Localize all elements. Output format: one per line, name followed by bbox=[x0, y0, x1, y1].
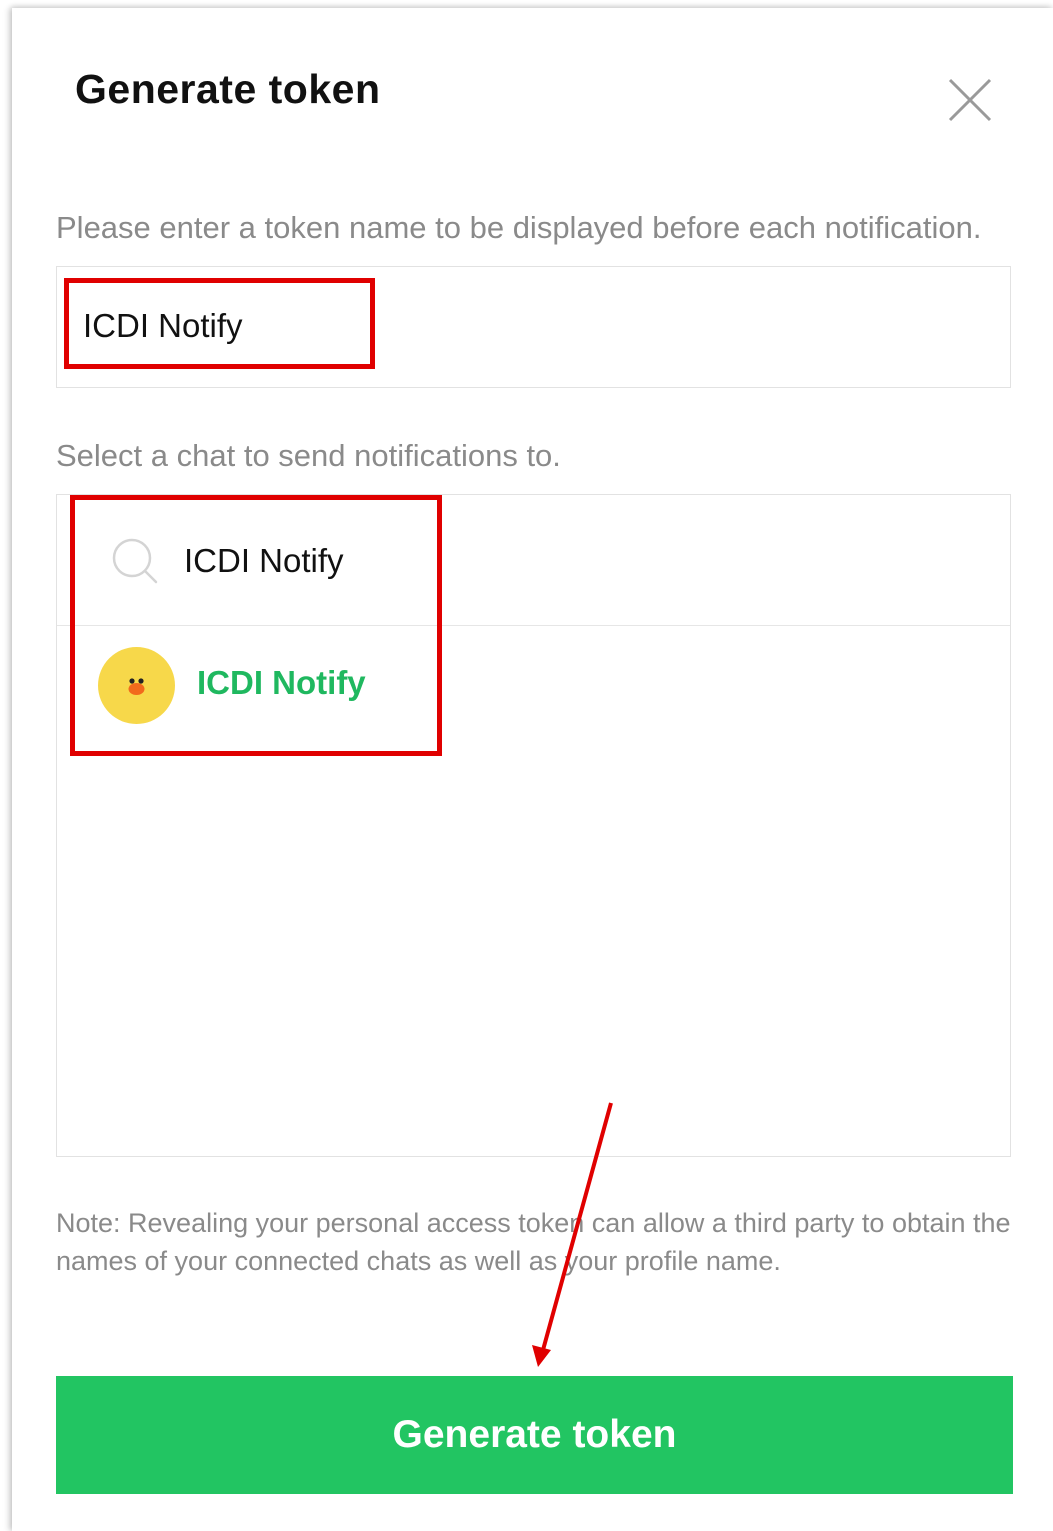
dialog-title: Generate token bbox=[75, 66, 381, 112]
chat-search-input[interactable]: ICDI Notify bbox=[184, 542, 344, 580]
generate-token-button[interactable]: Generate token bbox=[56, 1376, 1013, 1494]
token-name-value[interactable]: ICDI Notify bbox=[83, 307, 243, 345]
privacy-note: Note: Revealing your personal access tok… bbox=[56, 1208, 1011, 1276]
close-icon[interactable] bbox=[946, 76, 994, 124]
search-icon bbox=[112, 538, 158, 584]
duck-avatar bbox=[98, 647, 175, 724]
duck-face-icon bbox=[128, 678, 145, 695]
token-name-label: Please enter a token name to be displaye… bbox=[56, 210, 982, 245]
chat-select-label: Select a chat to send notifications to. bbox=[56, 438, 561, 473]
chat-list-item-name: ICDI Notify bbox=[197, 664, 366, 701]
